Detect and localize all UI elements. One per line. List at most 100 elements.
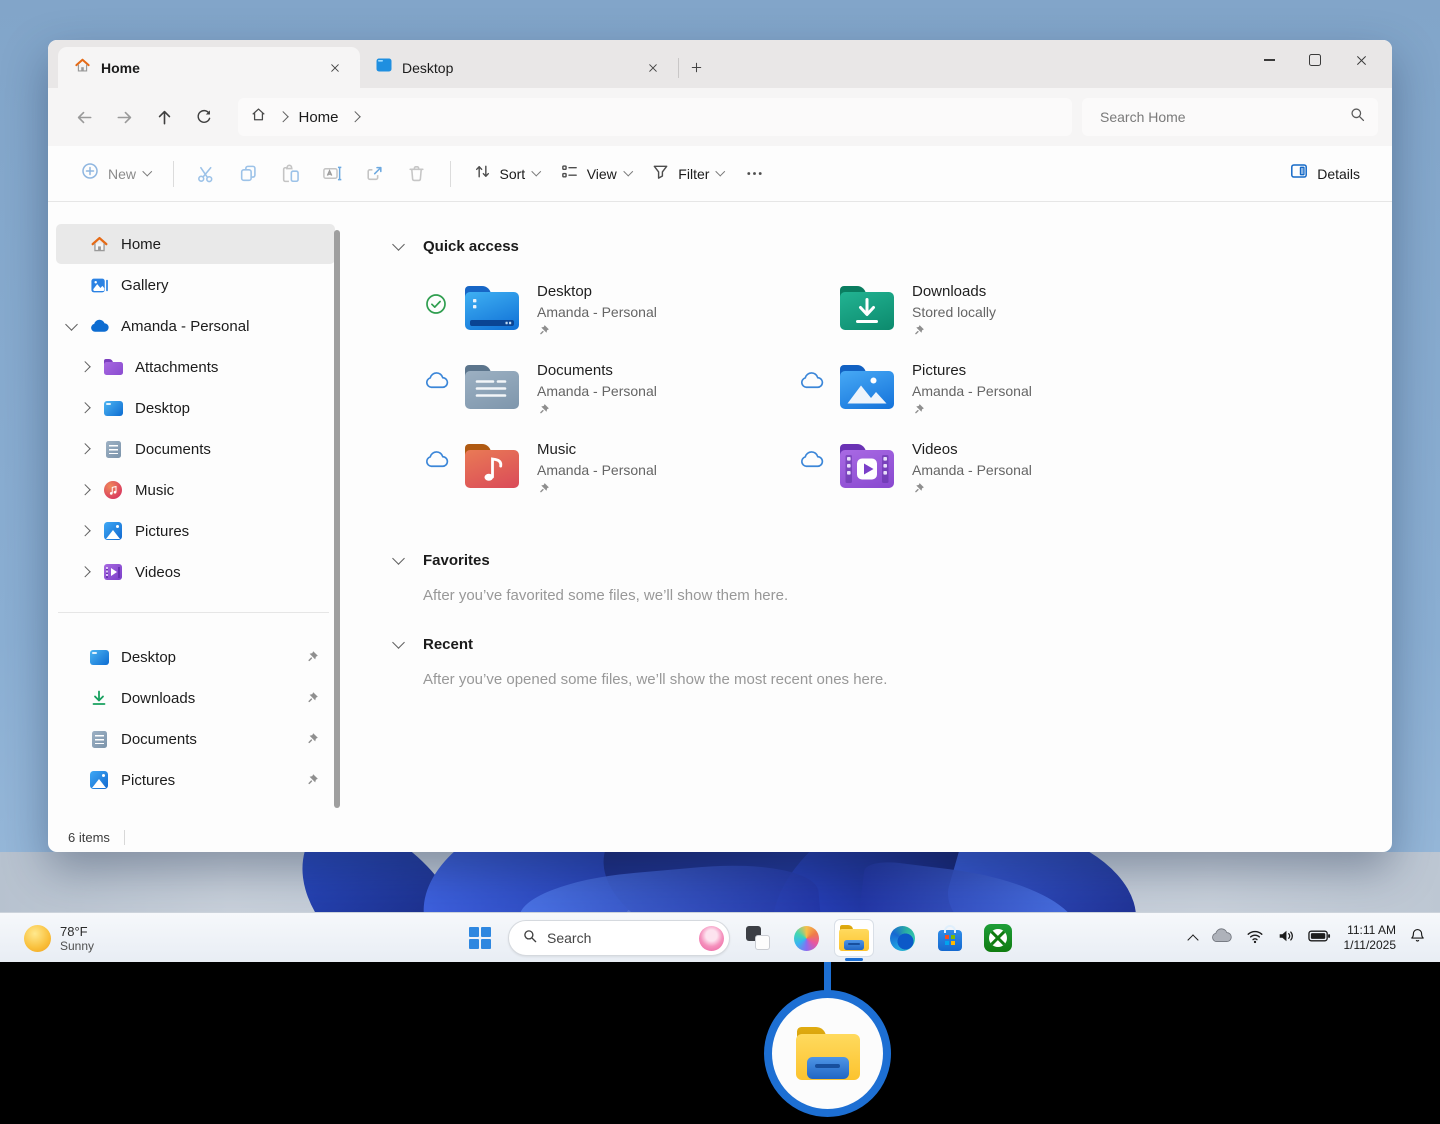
- onedrive-tray-icon[interactable]: [1210, 928, 1233, 948]
- sidebar-item-attachments[interactable]: Attachments: [56, 347, 335, 387]
- new-button[interactable]: New: [70, 153, 161, 194]
- chevron-right-icon[interactable]: [80, 526, 91, 537]
- sidebar-item-label: Documents: [135, 441, 211, 458]
- favorites-empty-message: After you’ve favorited some files, we’ll…: [423, 587, 1392, 604]
- more-options-button[interactable]: [738, 157, 772, 191]
- sidebar-item-music[interactable]: Music: [56, 470, 335, 510]
- sidebar-scrollbar[interactable]: [334, 230, 340, 808]
- edge-icon: [890, 926, 915, 951]
- forward-button[interactable]: [104, 99, 144, 135]
- tab-desktop[interactable]: Desktop: [360, 47, 678, 88]
- cut-button[interactable]: [190, 157, 224, 191]
- refresh-button[interactable]: [184, 99, 224, 135]
- sync-status-cloud-icon: [423, 451, 449, 469]
- quick-access-tile-music[interactable]: Music Amanda - Personal: [423, 439, 798, 518]
- sidebar-item-onedrive[interactable]: Amanda - Personal: [56, 306, 335, 346]
- sidebar-item-label: Attachments: [135, 359, 218, 376]
- maximize-button[interactable]: [1292, 40, 1338, 80]
- quick-access-tile-documents[interactable]: Documents Amanda - Personal: [423, 360, 798, 439]
- chevron-right-icon[interactable]: [80, 403, 91, 414]
- copy-button[interactable]: [232, 157, 266, 191]
- pinned-item-downloads[interactable]: Downloads: [56, 678, 335, 718]
- start-button[interactable]: [460, 919, 500, 957]
- up-button[interactable]: [144, 99, 184, 135]
- chevron-down-icon[interactable]: [392, 552, 405, 565]
- forward-arrow-icon: [115, 108, 134, 127]
- details-button[interactable]: Details: [1279, 153, 1370, 194]
- taskbar-search[interactable]: Search: [508, 920, 730, 956]
- wifi-icon[interactable]: [1246, 927, 1264, 950]
- chevron-right-icon[interactable]: [80, 567, 91, 578]
- desktop-icon: [86, 650, 112, 665]
- recent-header[interactable]: Recent: [390, 636, 1392, 653]
- quick-access-header[interactable]: Quick access: [390, 238, 1392, 255]
- share-icon: [364, 163, 385, 184]
- paste-button[interactable]: [274, 157, 308, 191]
- tab-home[interactable]: Home: [58, 47, 360, 88]
- sidebar-item-documents[interactable]: Documents: [56, 429, 335, 469]
- chevron-down-icon[interactable]: [65, 318, 78, 331]
- microsoft-store-button[interactable]: [930, 919, 970, 957]
- sidebar-item-pictures[interactable]: Pictures: [56, 511, 335, 551]
- xbox-button[interactable]: [978, 919, 1018, 957]
- plus-circle-icon: [80, 161, 100, 186]
- tile-subtitle: Stored locally: [912, 302, 996, 322]
- back-button[interactable]: [64, 99, 104, 135]
- battery-icon[interactable]: [1308, 929, 1331, 948]
- rename-button[interactable]: [316, 157, 350, 191]
- sidebar-item-label: Gallery: [121, 277, 169, 294]
- paste-icon: [280, 163, 301, 184]
- chevron-right-icon[interactable]: [80, 444, 91, 455]
- close-tab-icon[interactable]: [322, 55, 348, 81]
- pin-icon: [305, 650, 319, 664]
- close-window-button[interactable]: [1338, 40, 1384, 80]
- chevron-down-icon[interactable]: [392, 636, 405, 649]
- copilot-button[interactable]: [786, 919, 826, 957]
- home-icon: [86, 235, 112, 254]
- file-explorer-button[interactable]: [834, 919, 874, 957]
- breadcrumb[interactable]: Home: [238, 98, 1072, 136]
- search-input[interactable]: [1098, 108, 1349, 126]
- weather-widget[interactable]: 78°F Sunny: [16, 918, 102, 958]
- sync-status-cloud-icon: [423, 372, 449, 390]
- file-explorer-callout: [764, 990, 891, 1117]
- explorer-search[interactable]: [1082, 98, 1378, 136]
- quick-access-tile-downloads[interactable]: Downloads Stored locally: [798, 281, 1173, 360]
- chevron-right-icon[interactable]: [80, 485, 91, 496]
- quick-access-tile-desktop[interactable]: Desktop Amanda - Personal: [423, 281, 798, 360]
- windows-logo-icon: [469, 927, 491, 949]
- pinned-item-desktop[interactable]: Desktop: [56, 637, 335, 677]
- quick-access-tile-videos[interactable]: Videos Amanda - Personal: [798, 439, 1173, 518]
- edge-button[interactable]: [882, 919, 922, 957]
- breadcrumb-location[interactable]: Home: [299, 109, 339, 126]
- task-view-button[interactable]: [738, 919, 778, 957]
- taskbar-search-label: Search: [547, 930, 690, 946]
- home-icon: [250, 106, 267, 128]
- favorites-header[interactable]: Favorites: [390, 552, 1392, 569]
- taskbar-clock[interactable]: 11:11 AM 1/11/2025: [1344, 923, 1397, 953]
- quick-access-tile-pictures[interactable]: Pictures Amanda - Personal: [798, 360, 1173, 439]
- sidebar-item-home[interactable]: Home: [56, 224, 335, 264]
- pinned-item-documents[interactable]: Documents: [56, 719, 335, 759]
- tab-label: Desktop: [402, 60, 453, 76]
- sidebar-item-videos[interactable]: Videos: [56, 552, 335, 592]
- view-button[interactable]: View: [550, 154, 642, 194]
- new-tab-button[interactable]: [679, 52, 713, 82]
- filter-button[interactable]: Filter: [641, 154, 734, 194]
- chevron-right-icon[interactable]: [80, 362, 91, 373]
- documents-folder-icon: [465, 365, 519, 409]
- desktop-tab-icon: [376, 58, 392, 77]
- volume-icon[interactable]: [1277, 927, 1295, 950]
- close-tab-icon[interactable]: [640, 55, 666, 81]
- pinned-item-pictures[interactable]: Pictures: [56, 760, 335, 800]
- tray-chevron-up-icon[interactable]: [1187, 934, 1198, 945]
- sort-button[interactable]: Sort: [463, 154, 550, 194]
- share-button[interactable]: [358, 157, 392, 191]
- sidebar-item-gallery[interactable]: Gallery: [56, 265, 335, 305]
- ellipsis-icon: [745, 164, 764, 183]
- minimize-button[interactable]: [1246, 40, 1292, 80]
- sidebar-item-desktop[interactable]: Desktop: [56, 388, 335, 428]
- chevron-down-icon[interactable]: [392, 238, 405, 251]
- delete-button[interactable]: [400, 157, 434, 191]
- notifications-bell-icon[interactable]: [1409, 927, 1426, 949]
